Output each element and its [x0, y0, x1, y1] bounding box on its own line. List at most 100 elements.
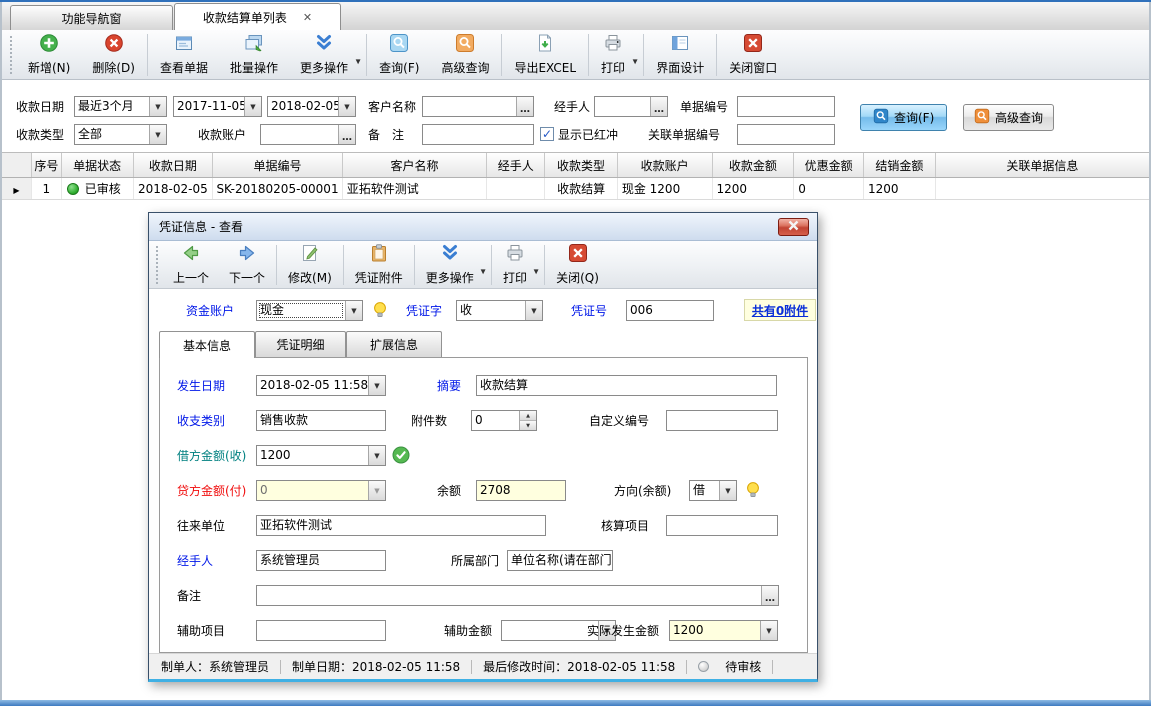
- attach-count-stepper[interactable]: 0: [471, 410, 537, 431]
- aux-project-input[interactable]: [256, 620, 386, 641]
- chevron-down-icon[interactable]: [368, 446, 385, 465]
- view-document-button[interactable]: 查看单据: [149, 32, 219, 78]
- receive-account-input[interactable]: [260, 124, 356, 145]
- dialog-print-button[interactable]: 打印: [493, 243, 537, 287]
- cell-settled: 1200: [864, 178, 936, 199]
- col-header-doc-no[interactable]: 单据编号: [213, 153, 343, 177]
- close-window-button[interactable]: 关闭窗口: [718, 32, 788, 78]
- query-action-button[interactable]: 查询(F): [860, 104, 947, 131]
- tab-receipt-list[interactable]: 收款结算单列表: [174, 3, 341, 30]
- col-header-status[interactable]: 单据状态: [62, 153, 134, 177]
- col-header-settled[interactable]: 结销金额: [864, 153, 936, 177]
- window-left-border: [0, 2, 2, 700]
- show-red-checkbox[interactable]: [540, 127, 554, 141]
- dialog-close-toolbar-button[interactable]: 关闭(Q): [546, 243, 609, 287]
- add-button[interactable]: 新增(N): [17, 32, 81, 78]
- summary-input[interactable]: 收款结算: [476, 375, 777, 396]
- doc-no-input[interactable]: [737, 96, 835, 117]
- date-from-select[interactable]: 2017-11-05: [173, 96, 262, 117]
- dialog-more-actions-button[interactable]: 更多操作: [416, 243, 484, 287]
- col-header-discount[interactable]: 优惠金额: [794, 153, 864, 177]
- delete-button[interactable]: 删除(D): [81, 32, 146, 78]
- more-actions-dropdown-caret[interactable]: [480, 267, 486, 276]
- chevron-down-icon[interactable]: [760, 621, 777, 640]
- customer-input[interactable]: [422, 96, 534, 117]
- tab-extended-info[interactable]: 扩展信息: [346, 331, 442, 357]
- partner-input[interactable]: 亚拓软件测试: [256, 515, 546, 536]
- col-header-related[interactable]: 关联单据信息: [936, 153, 1149, 177]
- chevron-down-icon[interactable]: [525, 301, 542, 320]
- export-excel-button[interactable]: 导出EXCEL: [503, 32, 587, 78]
- col-header-handler[interactable]: 经手人: [487, 153, 545, 177]
- previous-button[interactable]: 上一个: [163, 243, 219, 287]
- project-input[interactable]: [666, 515, 778, 536]
- department-input[interactable]: 单位名称(请在部门: [507, 550, 613, 571]
- handler-input[interactable]: [594, 96, 668, 117]
- cell-related: [936, 178, 1149, 199]
- next-button[interactable]: 下一个: [219, 243, 275, 287]
- voucher-attachment-button[interactable]: 凭证附件: [345, 243, 413, 287]
- debit-amount-select[interactable]: 1200: [256, 445, 386, 466]
- lightbulb-icon[interactable]: [371, 300, 389, 320]
- chevron-down-icon[interactable]: [338, 97, 355, 116]
- chevron-down-icon[interactable]: [345, 301, 362, 320]
- tab-basic-info[interactable]: 基本信息: [159, 331, 255, 358]
- col-header-account[interactable]: 收款账户: [618, 153, 713, 177]
- remark-input[interactable]: [422, 124, 534, 145]
- attachment-count-link[interactable]: 共有0附件: [744, 299, 816, 321]
- more-actions-dropdown-caret[interactable]: [355, 57, 361, 66]
- spinner-buttons[interactable]: [519, 411, 536, 430]
- receive-type-value: 全部: [75, 125, 149, 144]
- lightbulb-icon[interactable]: [744, 480, 762, 500]
- dialog-close-button[interactable]: [778, 218, 809, 236]
- print-button[interactable]: 打印: [590, 32, 636, 78]
- chevron-down-icon[interactable]: [149, 125, 166, 144]
- voucher-no-input[interactable]: 006: [626, 300, 714, 321]
- spin-down-icon[interactable]: [520, 421, 536, 430]
- dialog-title-bar[interactable]: 凭证信息 - 查看: [149, 213, 817, 241]
- tab-close-icon[interactable]: [303, 12, 312, 23]
- voucher-word-select[interactable]: 收: [456, 300, 543, 321]
- tab-nav-window[interactable]: 功能导航窗: [10, 5, 173, 30]
- ellipsis-icon[interactable]: [516, 97, 533, 116]
- ellipsis-icon[interactable]: [761, 586, 778, 605]
- col-header-seq[interactable]: 序号: [32, 153, 62, 177]
- credit-amount-select[interactable]: 0: [256, 480, 386, 501]
- date-to-select[interactable]: 2018-02-05: [267, 96, 356, 117]
- date-range-select[interactable]: 最近3个月: [74, 96, 167, 117]
- ui-design-button[interactable]: 界面设计: [645, 32, 715, 78]
- related-doc-input[interactable]: [737, 124, 835, 145]
- receive-type-select[interactable]: 全部: [74, 124, 167, 145]
- category-input[interactable]: 销售收款: [256, 410, 386, 431]
- table-row[interactable]: 1 已审核 2018-02-05 SK-20180205-00001 亚拓软件测…: [2, 178, 1149, 200]
- more-actions-button[interactable]: 更多操作: [289, 32, 359, 78]
- spin-up-icon[interactable]: [520, 411, 536, 421]
- occur-date-select[interactable]: 2018-02-05 11:58: [256, 375, 386, 396]
- print-dropdown-caret[interactable]: [632, 57, 638, 66]
- custom-no-input[interactable]: [666, 410, 778, 431]
- advanced-query-action-button[interactable]: 高级查询: [963, 104, 1054, 131]
- advanced-query-button[interactable]: 高级查询: [430, 32, 500, 78]
- row-marker-icon: [13, 182, 19, 196]
- note-input[interactable]: [256, 585, 779, 606]
- actual-amount-select[interactable]: 1200: [669, 620, 778, 641]
- col-header-customer[interactable]: 客户名称: [343, 153, 488, 177]
- chevron-down-icon[interactable]: [149, 97, 166, 116]
- chevron-down-icon[interactable]: [244, 97, 261, 116]
- ellipsis-icon[interactable]: [650, 97, 667, 116]
- direction-select[interactable]: 借: [689, 480, 737, 501]
- modify-button[interactable]: 修改(M): [278, 243, 342, 287]
- query-button[interactable]: 查询(F): [368, 32, 430, 78]
- col-header-amount[interactable]: 收款金额: [713, 153, 795, 177]
- col-header-date[interactable]: 收款日期: [134, 153, 214, 177]
- print-dropdown-caret[interactable]: [533, 267, 539, 276]
- col-header-type[interactable]: 收款类型: [545, 153, 618, 177]
- batch-actions-button[interactable]: 批量操作: [219, 32, 289, 78]
- chevron-down-icon[interactable]: [368, 376, 385, 395]
- handler-input[interactable]: 系统管理员: [256, 550, 386, 571]
- aux-project-label: 辅助项目: [177, 621, 225, 642]
- chevron-down-icon[interactable]: [719, 481, 736, 500]
- fund-account-select[interactable]: 现金: [256, 300, 363, 321]
- ellipsis-icon[interactable]: [338, 125, 355, 144]
- tab-voucher-detail[interactable]: 凭证明细: [255, 331, 346, 357]
